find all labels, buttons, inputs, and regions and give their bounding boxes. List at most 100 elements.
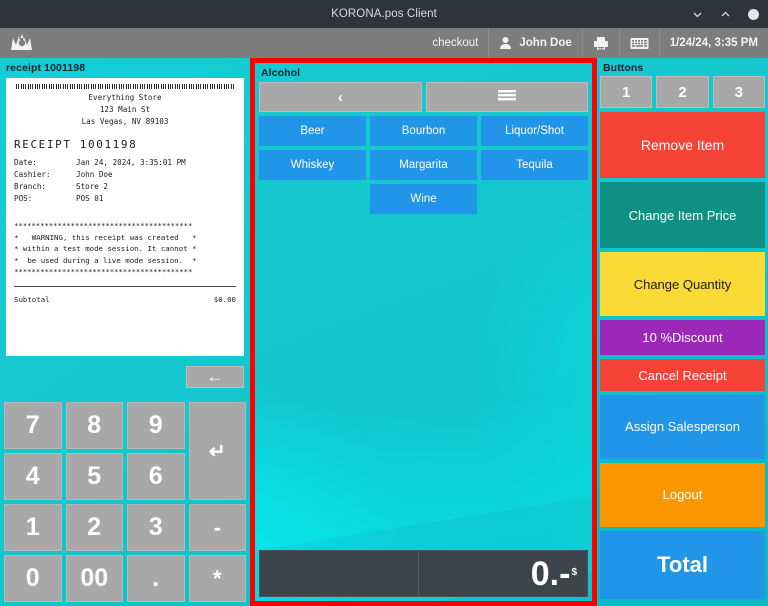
chevron-down-icon[interactable]	[690, 7, 704, 21]
logout-button[interactable]: Logout	[600, 462, 765, 527]
receipt-warning-line: * WARNING, this receipt was created *	[14, 232, 197, 242]
receipt-field-row: Branch: Store 2	[14, 181, 236, 193]
key-8[interactable]: 8	[65, 402, 123, 449]
change-item-price-button[interactable]: Change Item Price	[600, 182, 765, 249]
key-4[interactable]: 4	[4, 453, 62, 500]
key-double-zero[interactable]: 00	[65, 555, 123, 602]
key-9[interactable]: 9	[127, 402, 185, 449]
back-arrow-button[interactable]: ←	[186, 366, 244, 388]
checkout-mode-text: checkout	[432, 37, 479, 49]
product-whiskey[interactable]: Whiskey	[259, 150, 366, 180]
chevron-up-icon[interactable]	[718, 7, 732, 21]
buttons-panel: Buttons 1 2 3 Remove Item Change Item Pr…	[597, 58, 768, 606]
receipt-field-key: Branch:	[14, 181, 47, 191]
keyboard-button[interactable]	[618, 28, 659, 58]
user-cell[interactable]: John Doe	[488, 28, 581, 58]
receipt-star-divider-top: ****************************************…	[14, 221, 193, 231]
receipt-subtotal-label: Subtotal	[14, 294, 50, 304]
receipt-document: Everything Store 123 Main St Las Vegas, …	[6, 78, 244, 356]
receipt-field-value: POS 01	[76, 193, 104, 203]
product-panel-highlight: Alcohol ‹ Beer Bourbon Liquor/Shot Whisk…	[250, 58, 597, 606]
person-icon	[499, 36, 512, 50]
user-name: John Doe	[519, 37, 572, 49]
receipt-spacer	[14, 204, 236, 220]
app-toolbar: checkout John Doe 1/24/24, 3:35 PM	[0, 28, 768, 58]
cancel-receipt-button[interactable]: Cancel Receipt	[600, 359, 765, 391]
print-button[interactable]	[581, 28, 619, 58]
key-2[interactable]: 2	[65, 504, 123, 551]
total-amount: 0.-	[530, 554, 571, 593]
receipt-field-key: Date:	[14, 158, 37, 168]
receipt-field-row: Date: Jan 24, 2024, 3:35:01 PM	[14, 157, 236, 169]
receipt-field-row: POS: POS 01	[14, 193, 236, 205]
receipt-panel: receipt 1001198 Everything Store 123 Mai…	[0, 58, 250, 606]
receipt-subtotal-value: $0.00	[213, 294, 236, 304]
receipt-field-key: POS:	[14, 193, 33, 203]
total-button[interactable]: Total	[600, 530, 765, 600]
receipt-store-name: Everything Store	[88, 93, 162, 102]
printer-icon	[593, 36, 609, 51]
key-7[interactable]: 7	[4, 402, 62, 449]
checkout-mode-label[interactable]: checkout	[422, 28, 488, 58]
datetime-text: 1/24/24, 3:35 PM	[669, 37, 758, 49]
receipt-field-row: Cashier: John Doe	[14, 169, 236, 181]
key-asterisk[interactable]: *	[188, 555, 246, 602]
circle-icon[interactable]	[746, 7, 760, 21]
quick-button-3[interactable]: 3	[712, 76, 765, 108]
key-0[interactable]: 0	[4, 555, 62, 602]
receipt-field-value: John Doe	[76, 170, 113, 180]
category-back-button[interactable]: ‹	[259, 82, 422, 112]
key-6[interactable]: 6	[127, 453, 185, 500]
window-title-bar: KORONA.pos Client	[0, 0, 768, 28]
datetime-display: 1/24/24, 3:35 PM	[658, 28, 768, 58]
receipt-warning-line: * within a test mode session. It cannot …	[14, 244, 197, 254]
key-minus[interactable]: -	[188, 504, 246, 551]
receipt-title: RECEIPT 1001198	[14, 138, 138, 152]
receipt-panel-label: receipt 1001198	[6, 62, 86, 74]
receipt-field-value: Store 2	[76, 181, 109, 191]
total-display-right: 0.- $	[419, 551, 587, 596]
main-area: receipt 1001198 Everything Store 123 Mai…	[0, 58, 768, 606]
window-title: KORONA.pos Client	[331, 8, 437, 20]
quick-button-2[interactable]: 2	[656, 76, 709, 108]
receipt-barcode	[16, 84, 234, 89]
remove-item-button[interactable]: Remove Item	[600, 112, 765, 179]
product-bourbon[interactable]: Bourbon	[370, 116, 477, 146]
product-wine[interactable]: Wine	[370, 184, 477, 214]
buttons-panel-label: Buttons	[603, 62, 644, 74]
keyboard-icon	[630, 37, 649, 50]
assign-salesperson-button[interactable]: Assign Salesperson	[600, 394, 765, 459]
key-3[interactable]: 3	[127, 504, 185, 551]
discount-10-percent-button[interactable]: 10 %Discount	[600, 320, 765, 356]
category-menu-button[interactable]	[425, 82, 588, 112]
receipt-subtotal-row: Subtotal $0.00	[14, 294, 236, 305]
toolbar-right-group: checkout John Doe 1/24/24, 3:35 PM	[422, 28, 768, 58]
product-margarita[interactable]: Margarita	[370, 150, 477, 180]
product-beer[interactable]: Beer	[259, 116, 366, 146]
quick-number-row: 1 2 3	[600, 76, 765, 112]
window-controls	[690, 0, 760, 28]
receipt-star-divider-bottom: ****************************************…	[14, 267, 193, 277]
receipt-field-key: Cashier:	[14, 170, 51, 180]
product-nav-row: ‹	[255, 81, 592, 112]
product-button-grid: Beer Bourbon Liquor/Shot Whiskey Margari…	[255, 112, 592, 218]
receipt-field-value: Jan 24, 2024, 3:35:01 PM	[76, 158, 186, 168]
total-display-bar: 0.- $	[259, 550, 588, 597]
total-currency-symbol: $	[571, 567, 577, 578]
receipt-address-line-1: 123 Main St	[99, 104, 151, 114]
key-1[interactable]: 1	[4, 504, 62, 551]
product-tequila[interactable]: Tequila	[481, 150, 588, 180]
receipt-divider	[14, 285, 236, 287]
key-decimal[interactable]: .	[127, 555, 185, 602]
product-liquor-shot[interactable]: Liquor/Shot	[481, 116, 588, 146]
quick-button-1[interactable]: 1	[600, 76, 653, 108]
receipt-address-line-2: Las Vegas, NV 89103	[81, 116, 169, 126]
korona-logo-icon	[5, 28, 39, 58]
total-display-left	[260, 551, 419, 596]
change-quantity-button[interactable]: Change Quantity	[600, 252, 765, 317]
key-5[interactable]: 5	[65, 453, 123, 500]
key-enter[interactable]: ↵	[188, 402, 246, 500]
receipt-warning-line: * be used during a live mode session. *	[14, 255, 197, 265]
product-panel: Alcohol ‹ Beer Bourbon Liquor/Shot Whisk…	[255, 63, 592, 601]
numeric-keypad: 7 8 9 ↵ 4 5 6 1 2 3 - 0 00 . *	[0, 399, 250, 606]
